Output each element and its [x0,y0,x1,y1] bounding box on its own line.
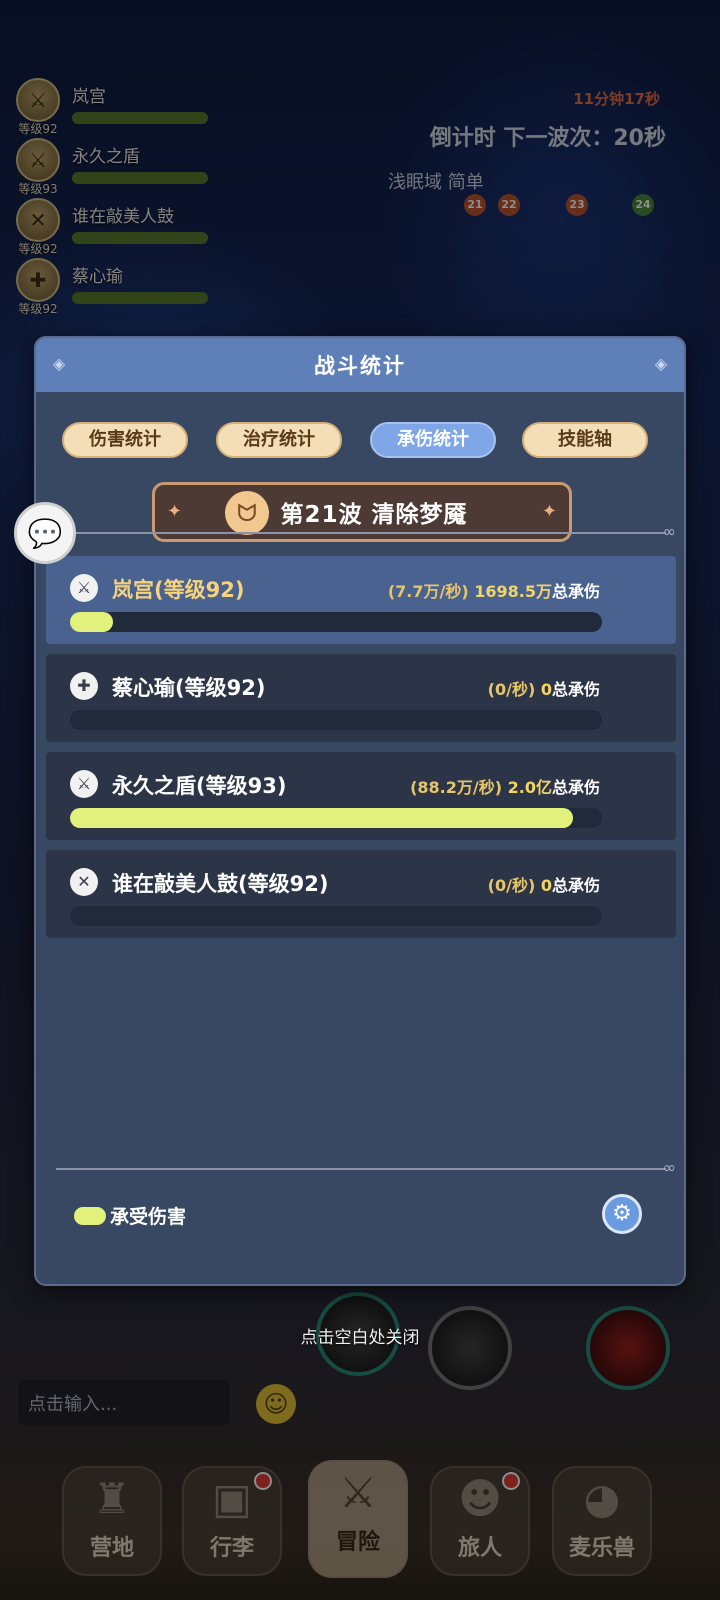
player-stats: (0/秒) 0总承伤 [488,676,600,700]
sparkle-icon: ✦ [541,501,557,522]
progress-track [70,710,602,730]
total-suffix: 总承伤 [551,582,600,601]
diamond-ornament-icon: ◈ [52,354,66,373]
tab-damage-taken[interactable]: 承伤统计 [370,422,496,458]
player-stats: (7.7万/秒) 1698.5万总承伤 [388,578,600,602]
tab-damage[interactable]: 伤害统计 [62,422,188,458]
stats-row[interactable]: ✕ 谁在敲美人鼓(等级92) (0/秒) 0总承伤 [46,850,676,938]
total-suffix: 总承伤 [551,680,600,699]
cross-icon: ✚ [70,672,98,700]
divider [56,522,676,541]
divider [56,1158,676,1177]
stats-row[interactable]: ⚔ 永久之盾(等级93) (88.2万/秒) 2.0亿总承伤 [46,752,676,840]
rate-value: (0/秒) [487,680,536,699]
rate-value: (7.7万/秒) [387,582,469,601]
player-name: 蔡心瑜(等级92) [112,676,266,700]
legend-label: 承受伤害 [110,1206,187,1228]
total-value: 1698.5万 [474,582,552,601]
progress-track [70,906,602,926]
sparkle-icon: ✦ [167,501,183,522]
gear-icon[interactable]: ⚙ [602,1194,642,1234]
legend: 承受伤害 [74,1202,186,1229]
progress-fill [70,808,573,828]
player-stats: (0/秒) 0总承伤 [488,872,600,896]
tab-healing[interactable]: 治疗统计 [216,422,342,458]
player-stats: (88.2万/秒) 2.0亿总承伤 [410,774,600,798]
progress-track [70,612,602,632]
legend-swatch [74,1206,106,1225]
chat-bubble-icon[interactable]: 💬 [14,502,76,564]
modal-header: ◈ 战斗统计 ◈ [36,338,684,392]
tab-skill-timeline[interactable]: 技能轴 [522,422,648,458]
close-hint[interactable]: 点击空白处关闭 [0,1323,720,1348]
total-suffix: 总承伤 [551,876,600,895]
cat-mascot-icon: ᗢ [225,491,269,535]
total-value: 0 [540,680,552,699]
diamond-ornament-icon: ◈ [654,354,668,373]
rate-value: (0/秒) [487,876,536,895]
stats-tabs: 伤害统计 治疗统计 承伤统计 技能轴 [62,422,662,458]
stats-row[interactable]: ⚔ 岚宫(等级92) (7.7万/秒) 1698.5万总承伤 [46,556,676,644]
battle-stats-modal: ◈ 战斗统计 ◈ 伤害统计 治疗统计 承伤统计 技能轴 ✦ ᗢ 第21波 清除梦… [34,336,686,1286]
rate-value: (88.2万/秒) [410,778,503,797]
wave-label: 第21波 清除梦魇 [280,502,468,528]
modal-title: 战斗统计 [314,354,406,378]
player-name: 永久之盾(等级93) [112,774,287,798]
total-value: 2.0亿 [507,778,552,797]
progress-track [70,808,602,828]
player-name: 谁在敲美人鼓(等级92) [112,872,329,896]
crossed-swords-icon: ✕ [70,868,98,896]
player-name: 岚宫(等级92) [112,578,245,602]
sword-icon: ⚔ [70,574,98,602]
sword-icon: ⚔ [70,770,98,798]
total-value: 0 [540,876,552,895]
progress-fill [70,612,113,632]
total-suffix: 总承伤 [551,778,600,797]
stats-row[interactable]: ✚ 蔡心瑜(等级92) (0/秒) 0总承伤 [46,654,676,742]
